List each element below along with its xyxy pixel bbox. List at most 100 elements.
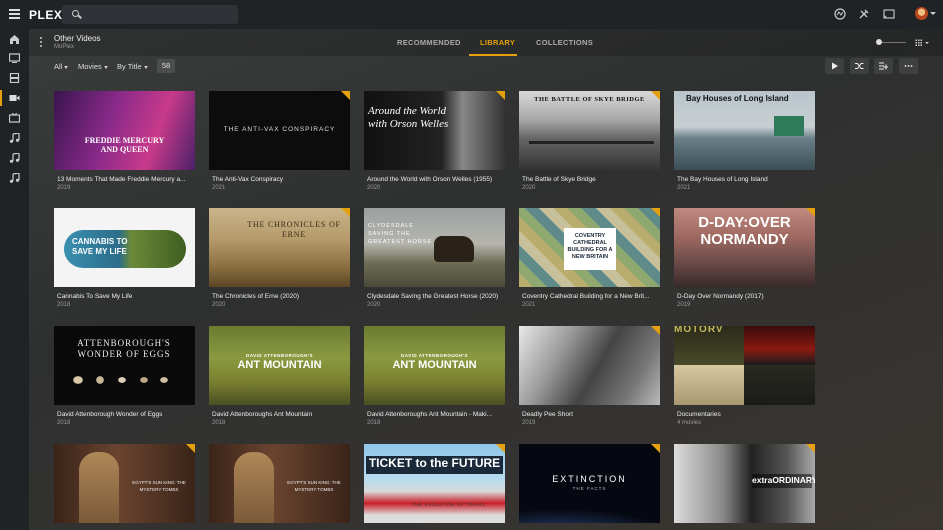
poster[interactable]: MOTORV bbox=[674, 326, 815, 405]
poster[interactable]: EGYPT'S SUN KING: THE MYSTERY TOMBS bbox=[54, 444, 195, 523]
poster[interactable]: DAVID ATTENBOROUGH'S ANT MOUNTAIN bbox=[364, 326, 505, 405]
poster[interactable]: ATTENBOROUGH'S WONDER OF EGGS bbox=[54, 326, 195, 405]
poster-title: Around the World with Orson Welles bbox=[368, 105, 449, 130]
plex-logo[interactable]: PLEX bbox=[29, 8, 62, 22]
add-to-list-icon bbox=[879, 62, 888, 70]
search-input[interactable] bbox=[62, 5, 238, 24]
poster[interactable]: DAVID ATTENBOROUGH'S ANT MOUNTAIN bbox=[209, 326, 350, 405]
grid-view-icon[interactable] bbox=[915, 39, 922, 46]
card-title[interactable]: Cannabis To Save My Life bbox=[57, 293, 195, 300]
sidebar-item-music-2[interactable] bbox=[0, 148, 29, 168]
poster[interactable]: THE BATTLE OF SKYE BRIDGE bbox=[519, 91, 660, 170]
sidebar-item-movies[interactable] bbox=[0, 68, 29, 88]
unwatched-badge bbox=[341, 208, 350, 217]
unwatched-badge bbox=[651, 208, 660, 217]
card-year: 2021 bbox=[522, 302, 536, 308]
poster[interactable]: THE ANTI-VAX CONSPIRACY bbox=[209, 91, 350, 170]
card-year: 2020 bbox=[212, 302, 226, 308]
more-vertical-icon[interactable] bbox=[40, 37, 42, 49]
chevron-down-icon[interactable] bbox=[925, 42, 929, 44]
shuffle-button[interactable] bbox=[850, 58, 869, 74]
poster[interactable]: D-DAY:OVER NORMANDY bbox=[674, 208, 815, 287]
sidebar-item-music-3[interactable] bbox=[0, 168, 29, 188]
card-year: 2020 bbox=[367, 185, 381, 191]
card-title[interactable]: David Attenborough Wonder of Eggs bbox=[57, 411, 195, 418]
card-title[interactable]: The Chronicles of Erne (2020) bbox=[212, 293, 350, 300]
card-title[interactable]: The Anti-Vax Conspiracy bbox=[212, 176, 350, 183]
unwatched-badge bbox=[496, 91, 505, 100]
play-button[interactable] bbox=[825, 58, 844, 74]
eggs-shape bbox=[72, 376, 180, 384]
poster[interactable]: FREDDIE MERCURY AND QUEEN bbox=[54, 91, 195, 170]
film-icon bbox=[9, 73, 20, 83]
poster[interactable]: COVENTRY CATHEDRAL BUILDING FOR A NEW BR… bbox=[519, 208, 660, 287]
poster-subtitle: DAVID ATTENBOROUGH'S bbox=[401, 353, 468, 358]
poster-title: extraORDINARY bbox=[752, 475, 815, 485]
video-icon bbox=[9, 95, 20, 101]
card-year: 2019 bbox=[522, 420, 536, 426]
avatar[interactable] bbox=[915, 7, 928, 20]
collage-tile bbox=[744, 365, 815, 405]
card-title[interactable]: David Attenboroughs Ant Mountain bbox=[212, 411, 350, 418]
chevron-down-icon[interactable] bbox=[930, 12, 936, 15]
tab-library[interactable]: LIBRARY bbox=[480, 38, 515, 47]
poster[interactable] bbox=[519, 326, 660, 405]
add-to-list-button[interactable] bbox=[874, 58, 893, 74]
card-title[interactable]: Deadly Pee Short bbox=[522, 411, 660, 418]
poster[interactable]: Around the World with Orson Welles bbox=[364, 91, 505, 170]
filter-sort[interactable]: By Title bbox=[117, 62, 148, 71]
poster-title: EXTINCTION bbox=[552, 474, 627, 484]
sidebar-item-tv[interactable] bbox=[0, 48, 29, 68]
sidebar-item-music-1[interactable] bbox=[0, 128, 29, 148]
poster[interactable]: Bay Houses of Long Island bbox=[674, 91, 815, 170]
poster-title: EGYPT'S SUN KING: THE MYSTERY TOMBS bbox=[132, 480, 186, 492]
card-title[interactable]: D-Day Over Normandy (2017) bbox=[677, 293, 815, 300]
poster-title: ATTENBOROUGH'S WONDER OF EGGS bbox=[77, 338, 171, 359]
poster-title: MOTORV bbox=[674, 326, 724, 335]
horse-shape bbox=[434, 236, 474, 262]
sidebar-item-tv-2[interactable] bbox=[0, 108, 29, 128]
music-icon bbox=[9, 173, 20, 183]
card-title[interactable]: David Attenboroughs Ant Mountain - Maki.… bbox=[367, 411, 505, 418]
card-year: 2018 bbox=[57, 302, 71, 308]
card-year: 2018 bbox=[57, 420, 71, 426]
card-title[interactable]: The Bay Houses of Long Island bbox=[677, 176, 815, 183]
tab-recommended[interactable]: RECOMMENDED bbox=[397, 38, 461, 47]
bridge-shape bbox=[529, 141, 654, 144]
filter-all[interactable]: All bbox=[54, 62, 69, 71]
activity-icon[interactable] bbox=[834, 8, 846, 20]
card-title[interactable]: Coventry Cathedral Building for a New Br… bbox=[522, 293, 660, 300]
poster[interactable]: TICKET to the FUTURE THE EVOLUTION OF TR… bbox=[364, 444, 505, 523]
poster[interactable]: EXTINCTION THE FACTS bbox=[519, 444, 660, 523]
card-title[interactable]: 13 Moments That Made Freddie Mercury a..… bbox=[57, 176, 195, 183]
poster[interactable]: CLYDESDALE SAVING THE GREATEST HORSE bbox=[364, 208, 505, 287]
poster[interactable]: EGYPT'S SUN KING: THE MYSTERY TOMBS bbox=[209, 444, 350, 523]
card-title[interactable]: The Battle of Skye Bridge bbox=[522, 176, 660, 183]
settings-icon[interactable] bbox=[858, 8, 870, 20]
card-title[interactable]: Clydesdale Saving the Greatest Horse (20… bbox=[367, 293, 505, 300]
more-button[interactable] bbox=[899, 58, 918, 74]
unwatched-badge bbox=[651, 326, 660, 335]
poster-subtitle: THE EVOLUTION OF TRAVEL bbox=[412, 502, 486, 507]
poster[interactable]: CANNABIS TO SAVE MY LIFE bbox=[54, 208, 195, 287]
card-title[interactable]: Documentaries bbox=[677, 411, 815, 418]
library-server: MoPlex bbox=[54, 44, 75, 50]
slider-handle[interactable] bbox=[876, 39, 882, 45]
unwatched-badge bbox=[186, 444, 195, 453]
sidebar-item-home[interactable] bbox=[0, 29, 29, 49]
poster[interactable]: extraORDINARY bbox=[674, 444, 815, 523]
poster-subtitle: THE FACTS bbox=[572, 486, 607, 491]
poster-title: D-DAY:OVER NORMANDY bbox=[698, 214, 791, 248]
card-title[interactable]: Around the World with Orson Welles (1955… bbox=[367, 176, 505, 183]
poster-title: ANT MOUNTAIN bbox=[392, 359, 477, 371]
filter-type[interactable]: Movies bbox=[78, 62, 108, 71]
card-count: 4 movies bbox=[677, 420, 702, 426]
poster-size-slider[interactable] bbox=[879, 42, 906, 43]
tab-collections[interactable]: COLLECTIONS bbox=[536, 38, 593, 47]
unwatched-badge bbox=[651, 444, 660, 453]
tv-icon bbox=[9, 53, 20, 63]
sidebar-item-other-videos[interactable] bbox=[0, 88, 29, 108]
menu-icon[interactable] bbox=[9, 9, 20, 19]
poster[interactable]: THE CHRONICLES OF ERNE bbox=[209, 208, 350, 287]
cast-icon[interactable] bbox=[883, 8, 895, 20]
